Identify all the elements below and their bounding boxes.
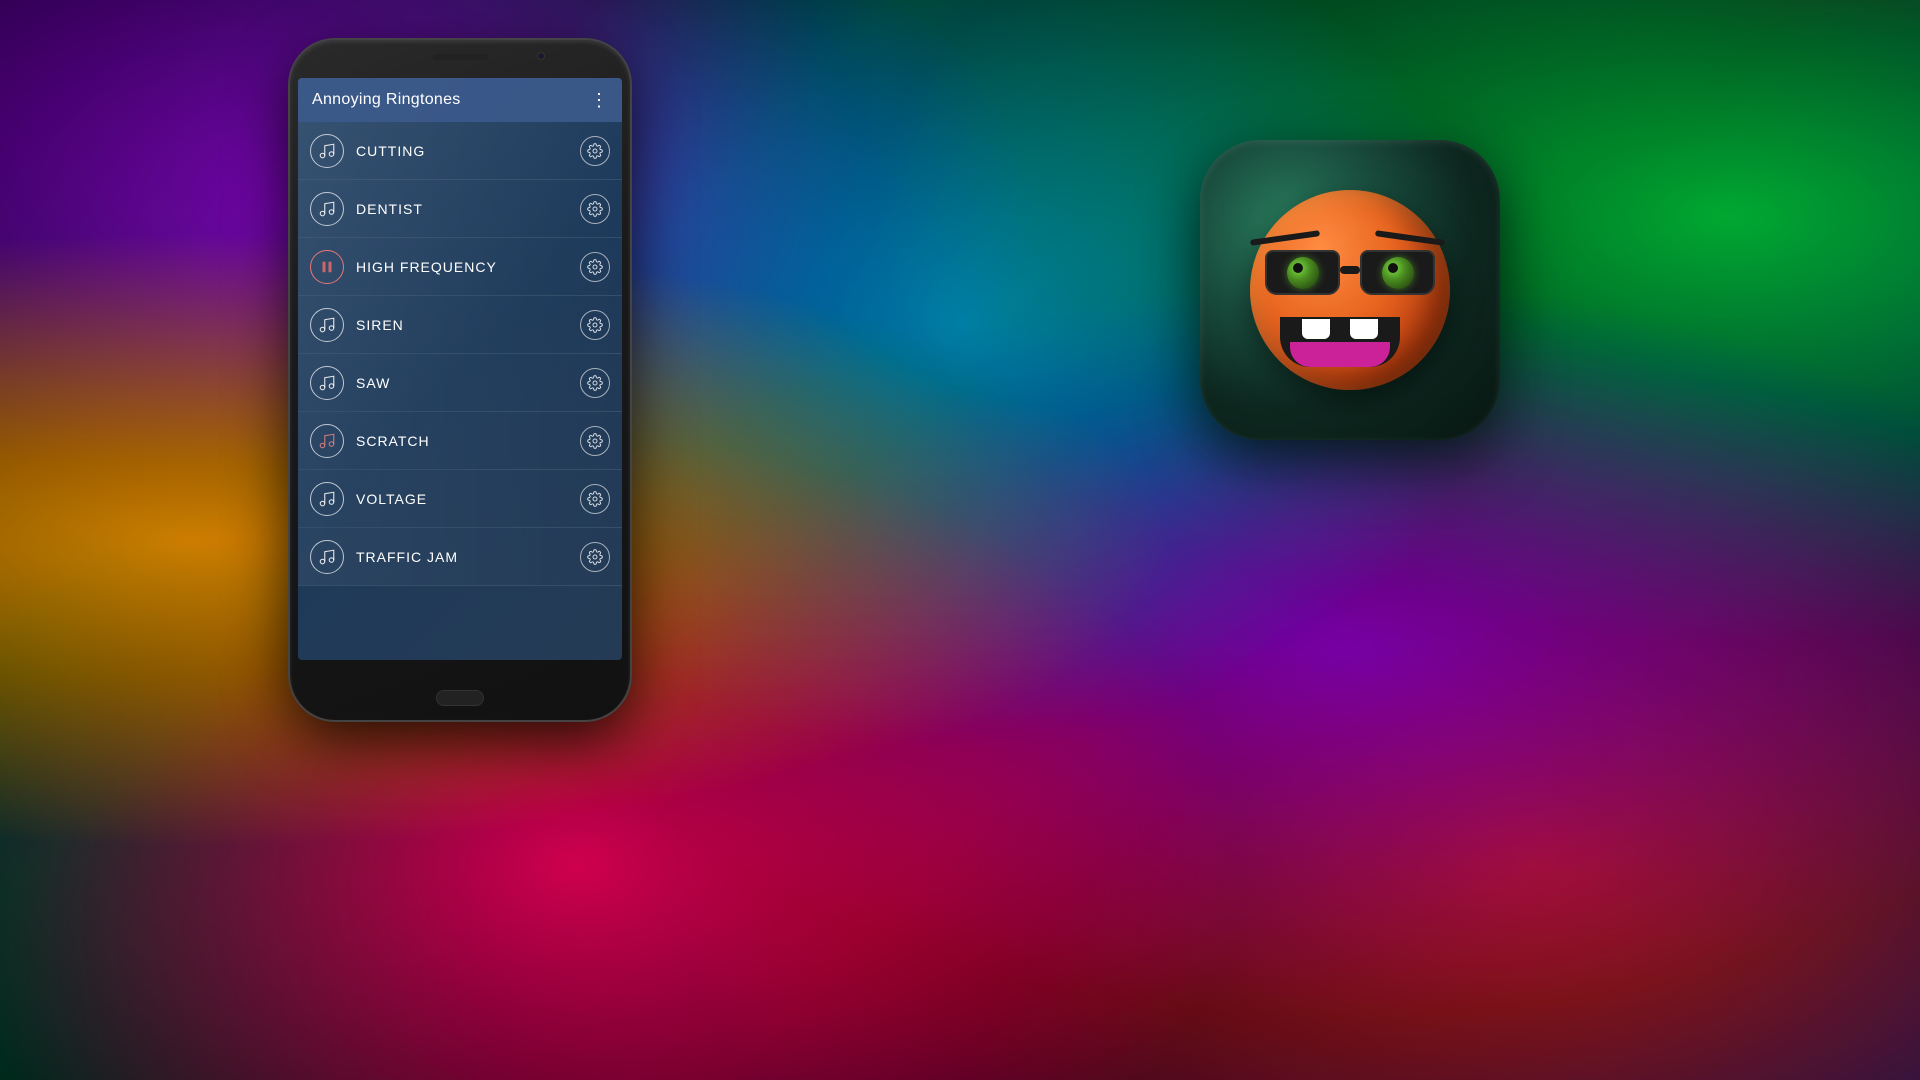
ringtone-name-saw: SAW xyxy=(356,375,580,391)
ringtone-name-dentist: DENTIST xyxy=(356,201,580,217)
eye-pupil-left xyxy=(1287,257,1319,289)
app-icon-wrapper xyxy=(1200,140,1500,440)
music-icon-siren xyxy=(310,308,344,342)
glasses-bridge xyxy=(1340,266,1360,274)
phone-speaker xyxy=(433,54,488,60)
ringtone-item-saw[interactable]: SAW xyxy=(298,354,622,412)
settings-icon-high-frequency[interactable] xyxy=(580,252,610,282)
ringtone-item-cutting[interactable]: CUTTING xyxy=(298,122,622,180)
background xyxy=(0,0,1920,1080)
tooth-right xyxy=(1350,319,1378,339)
settings-icon-voltage[interactable] xyxy=(580,484,610,514)
ringtone-name-siren: SIREN xyxy=(356,317,580,333)
phone-home-button[interactable] xyxy=(436,690,484,706)
emoji-face xyxy=(1240,180,1460,400)
phone-body: Annoying Ringtones ⋮ CUTTING xyxy=(290,40,630,720)
ringtone-list: CUTTING xyxy=(298,122,622,586)
tooth-left xyxy=(1302,319,1330,339)
mouth-tongue xyxy=(1290,342,1390,367)
ringtone-item-dentist[interactable]: DENTIST xyxy=(298,180,622,238)
ringtone-name-traffic-jam: TRAFFIC JAM xyxy=(356,549,580,565)
settings-icon-cutting[interactable] xyxy=(580,136,610,166)
ringtone-name-high-frequency: HIGH FREQUENCY xyxy=(356,259,580,275)
settings-icon-dentist[interactable] xyxy=(580,194,610,224)
music-icon-dentist xyxy=(310,192,344,226)
ringtone-item-scratch[interactable]: SCRATCH xyxy=(298,412,622,470)
pause-icon-high-frequency xyxy=(310,250,344,284)
music-icon-cutting xyxy=(310,134,344,168)
glasses-left-lens xyxy=(1265,250,1340,295)
ringtone-name-scratch: SCRATCH xyxy=(356,433,580,449)
settings-icon-saw[interactable] xyxy=(580,368,610,398)
ringtone-item-voltage[interactable]: VOLTAGE xyxy=(298,470,622,528)
music-icon-traffic-jam xyxy=(310,540,344,574)
phone-mockup: Annoying Ringtones ⋮ CUTTING xyxy=(290,40,630,720)
mouth-area xyxy=(1280,317,1410,372)
settings-icon-siren[interactable] xyxy=(580,310,610,340)
app-title: Annoying Ringtones xyxy=(312,91,461,109)
phone-camera xyxy=(537,52,545,60)
mouth-open xyxy=(1280,317,1400,367)
sunglasses xyxy=(1260,250,1440,305)
eye-pupil-right xyxy=(1382,257,1414,289)
app-bar: Annoying Ringtones ⋮ xyxy=(298,78,622,122)
ringtone-item-traffic-jam[interactable]: TRAFFIC JAM xyxy=(298,528,622,586)
settings-icon-scratch[interactable] xyxy=(580,426,610,456)
music-icon-saw xyxy=(310,366,344,400)
settings-icon-traffic-jam[interactable] xyxy=(580,542,610,572)
ringtone-item-siren[interactable]: SIREN xyxy=(298,296,622,354)
music-icon-scratch xyxy=(310,424,344,458)
ringtone-item-high-frequency[interactable]: HIGH FREQUENCY xyxy=(298,238,622,296)
menu-dots-button[interactable]: ⋮ xyxy=(590,90,608,111)
glasses-right-lens xyxy=(1360,250,1435,295)
music-icon-voltage xyxy=(310,482,344,516)
phone-screen: Annoying Ringtones ⋮ CUTTING xyxy=(298,78,622,660)
ringtone-name-cutting: CUTTING xyxy=(356,143,580,159)
ringtone-name-voltage: VOLTAGE xyxy=(356,491,580,507)
app-icon xyxy=(1200,140,1500,440)
